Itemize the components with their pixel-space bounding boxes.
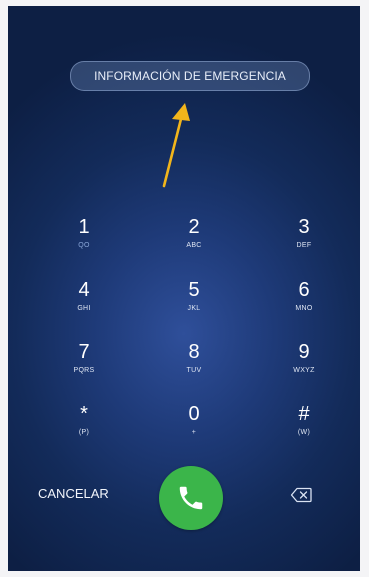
key-7[interactable]: 7 PQRS — [44, 341, 124, 393]
key-digit: 4 — [78, 279, 90, 301]
emergency-info-button[interactable]: INFORMACIÓN DE EMERGENCIA — [70, 61, 310, 91]
key-letters: + — [191, 429, 197, 436]
key-digit: 3 — [298, 216, 310, 238]
key-4[interactable]: 4 GHI — [44, 279, 124, 331]
emergency-dialer-screen: INFORMACIÓN DE EMERGENCIA 1 QO 2 ABC 3 D… — [8, 6, 360, 571]
key-3[interactable]: 3 DEF — [264, 216, 344, 268]
key-1[interactable]: 1 QO — [44, 216, 124, 268]
key-letters: DEF — [296, 242, 312, 249]
key-digit: 2 — [188, 216, 200, 238]
key-letters: PQRS — [73, 367, 95, 374]
emergency-info-label: INFORMACIÓN DE EMERGENCIA — [94, 69, 286, 83]
key-digit: 7 — [78, 341, 90, 363]
key-5[interactable]: 5 JKL — [154, 279, 234, 331]
key-letters: ABC — [186, 242, 202, 249]
backspace-icon[interactable] — [290, 487, 312, 503]
key-digit: 1 — [78, 216, 90, 238]
phone-icon — [179, 486, 203, 510]
key-digit: 9 — [298, 341, 310, 363]
key-0[interactable]: 0 + — [154, 403, 234, 455]
key-letters: WXYZ — [293, 367, 315, 374]
cancel-button[interactable]: CANCELAR — [38, 486, 109, 501]
key-digit: 0 — [188, 403, 200, 425]
key-2[interactable]: 2 ABC — [154, 216, 234, 268]
key-digit: * — [80, 403, 88, 425]
key-digit: 5 — [188, 279, 200, 301]
key-6[interactable]: 6 MNO — [264, 279, 344, 331]
key-hash[interactable]: # (W) — [264, 403, 344, 455]
key-letters: (W) — [297, 429, 311, 436]
key-digit: 8 — [188, 341, 200, 363]
key-8[interactable]: 8 TUV — [154, 341, 234, 393]
key-star[interactable]: * (P) — [44, 403, 124, 455]
call-button[interactable] — [159, 466, 223, 530]
key-letters: GHI — [77, 305, 91, 312]
pointer-arrow-icon — [162, 103, 190, 188]
key-letters: MNO — [295, 305, 313, 312]
voicemail-icon: QO — [78, 242, 90, 249]
key-digit: # — [298, 403, 310, 425]
key-digit: 6 — [298, 279, 310, 301]
key-9[interactable]: 9 WXYZ — [264, 341, 344, 393]
key-letters: (P) — [78, 429, 90, 436]
key-letters: JKL — [187, 305, 201, 312]
key-letters: TUV — [186, 367, 202, 374]
